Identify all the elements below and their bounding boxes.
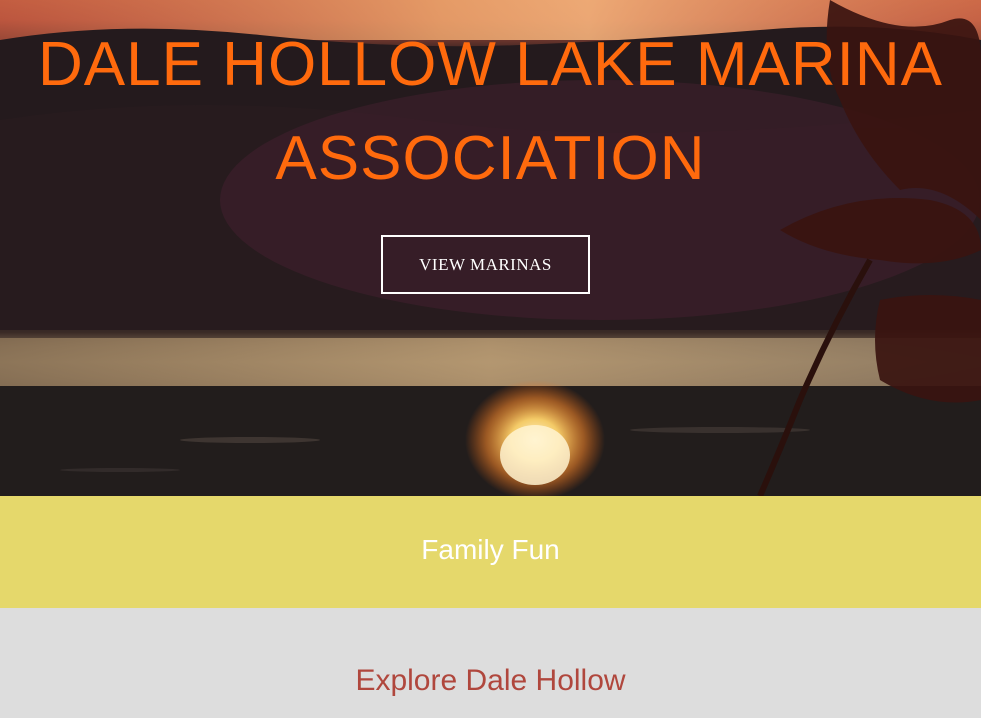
- site-title-line-1: DALE HOLLOW LAKE MARINA: [37, 30, 944, 99]
- view-marinas-button[interactable]: VIEW MARINAS: [381, 235, 590, 294]
- page: DALE HOLLOW LAKE MARINA ASSOCIATION VIEW…: [0, 0, 981, 718]
- site-title-line-2: ASSOCIATION: [275, 124, 706, 193]
- explore-section: Explore Dale Hollow: [0, 608, 981, 718]
- family-fun-text: Family Fun: [421, 534, 560, 565]
- hero-section: DALE HOLLOW LAKE MARINA ASSOCIATION VIEW…: [0, 0, 981, 496]
- site-title: DALE HOLLOW LAKE MARINA ASSOCIATION: [0, 18, 981, 206]
- explore-heading: Explore Dale Hollow: [355, 664, 626, 697]
- family-fun-banner: Family Fun: [0, 496, 981, 608]
